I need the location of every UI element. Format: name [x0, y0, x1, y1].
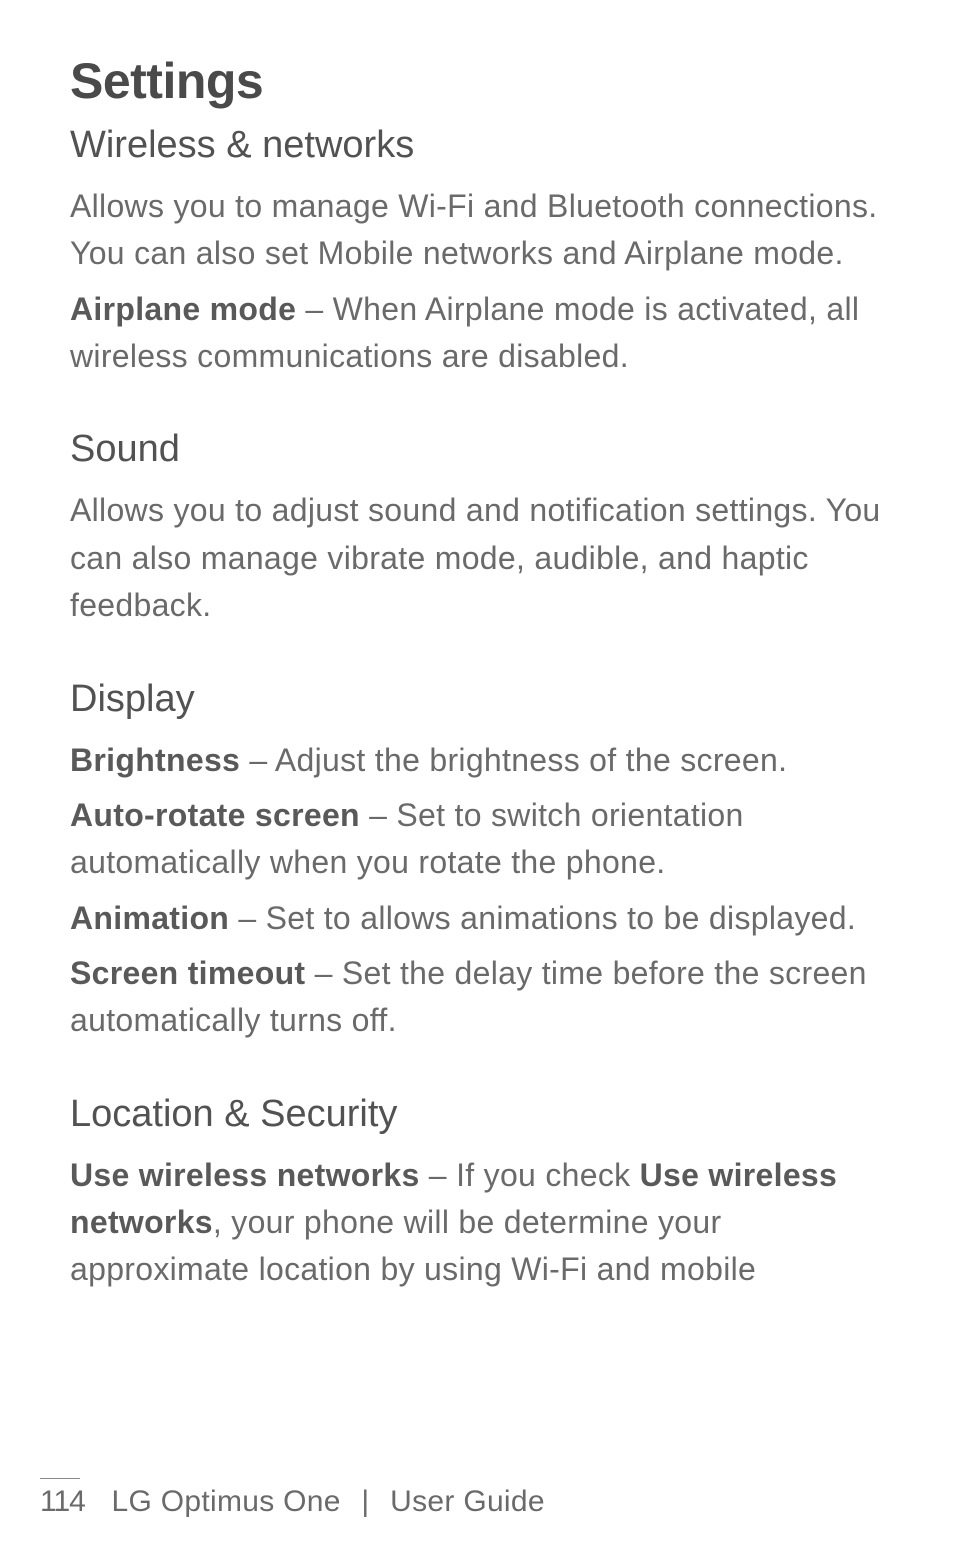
uwn-mid1: – If you check [420, 1157, 640, 1193]
brightness-text: Brightness – Adjust the brightness of th… [70, 737, 884, 784]
footer-doc-type: User Guide [390, 1485, 545, 1518]
uwn-label: Use wireless networks [70, 1157, 420, 1193]
timeout-text: Screen timeout – Set the delay time befo… [70, 950, 884, 1045]
wireless-intro-text: Allows you to manage Wi-Fi and Bluetooth… [70, 183, 884, 278]
sound-intro-text: Allows you to adjust sound and notificat… [70, 487, 884, 629]
animation-desc: – Set to allows animations to be display… [229, 900, 856, 936]
footer-divider [40, 1478, 80, 1479]
autorotate-label: Auto-rotate screen [70, 797, 360, 833]
section-heading-wireless: Wireless & networks [70, 124, 884, 167]
footer-product: LG Optimus One [111, 1485, 340, 1518]
brightness-label: Brightness [70, 742, 240, 778]
use-wireless-networks-text: Use wireless networks – If you check Use… [70, 1152, 884, 1294]
page-number: 114 [40, 1485, 85, 1518]
animation-text: Animation – Set to allows animations to … [70, 895, 884, 942]
page-footer: 114 LG Optimus One | User Guide [0, 1478, 954, 1519]
timeout-label: Screen timeout [70, 955, 305, 991]
page-title: Settings [70, 52, 884, 110]
animation-label: Animation [70, 900, 229, 936]
section-heading-location: Location & Security [70, 1093, 884, 1136]
brightness-desc: – Adjust the brightness of the screen. [240, 742, 787, 778]
section-heading-sound: Sound [70, 428, 884, 471]
autorotate-text: Auto-rotate screen – Set to switch orien… [70, 792, 884, 887]
airplane-mode-text: Airplane mode – When Airplane mode is ac… [70, 286, 884, 381]
section-heading-display: Display [70, 678, 884, 721]
footer-separator: | [361, 1485, 369, 1518]
airplane-mode-label: Airplane mode [70, 291, 296, 327]
